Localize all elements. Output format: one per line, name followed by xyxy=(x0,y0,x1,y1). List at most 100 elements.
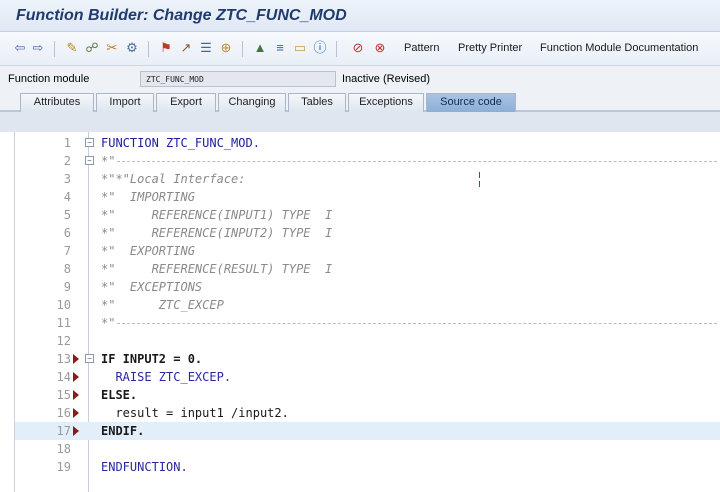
toolbar-separator xyxy=(336,41,337,57)
line-number: 3 xyxy=(63,172,71,186)
code-line-current[interactable]: 17 ENDIF. xyxy=(15,422,720,440)
line-number: 13 xyxy=(56,352,71,366)
bracket-marker xyxy=(476,181,480,187)
bracket-marker xyxy=(476,172,480,178)
code-line[interactable]: 1 − FUNCTION ZTC_FUNC_MOD. xyxy=(15,134,720,152)
code-text: FUNCTION ZTC_FUNC_MOD. xyxy=(101,136,260,150)
code-text: RAISE ZTC_EXCEP. xyxy=(101,370,232,384)
object-list-icon[interactable]: ☰ xyxy=(198,40,214,56)
breakpoint-marker-icon[interactable] xyxy=(73,426,79,436)
comment-divider xyxy=(117,161,717,162)
code-line[interactable]: 8 *" REFERENCE(RESULT) TYPE I xyxy=(15,260,720,278)
code-text: result = input1 /input2. xyxy=(101,406,289,420)
toolbar-separator xyxy=(54,41,55,57)
code-editor[interactable]: 1 − FUNCTION ZTC_FUNC_MOD. 2 − *" 3 *"*"… xyxy=(14,132,720,492)
fold-toggle-icon[interactable]: − xyxy=(85,354,94,363)
code-line[interactable]: 2 − *" xyxy=(15,152,720,170)
code-line[interactable]: 18 xyxy=(15,440,720,458)
application-toolbar: ⇦ ⇨ ✎ ☍ ✂ ⚙ ⚑ ↗ ☰ ⊕ ▲ ≡ ▭ ⓘ ⊘ ⊗ Pattern … xyxy=(0,32,720,66)
code-line[interactable]: 14 RAISE ZTC_EXCEP. xyxy=(15,368,720,386)
line-number: 9 xyxy=(63,280,71,294)
line-number: 11 xyxy=(56,316,71,330)
activate-icon[interactable]: ⚑ xyxy=(158,40,174,56)
help-icon[interactable]: ⓘ xyxy=(312,40,328,56)
toolbar-separator xyxy=(242,41,243,57)
line-number: 18 xyxy=(56,442,71,456)
code-line[interactable]: 7 *" EXPORTING xyxy=(15,242,720,260)
breakpoint-icon[interactable]: ⊘ xyxy=(350,40,366,56)
breakpoint-marker-icon[interactable] xyxy=(73,390,79,400)
fold-toggle-icon[interactable]: − xyxy=(85,138,94,147)
code-text: *" REFERENCE(RESULT) TYPE I xyxy=(101,262,333,276)
code-line[interactable]: 16 result = input1 /input2. xyxy=(15,404,720,422)
code-line[interactable]: 19 ENDFUNCTION. xyxy=(15,458,720,476)
code-line[interactable]: 5 *" REFERENCE(INPUT1) TYPE I xyxy=(15,206,720,224)
window-icon[interactable]: ▭ xyxy=(292,40,308,56)
code-line[interactable]: 9 *" EXCEPTIONS xyxy=(15,278,720,296)
code-text: IF INPUT2 = 0. xyxy=(101,352,203,366)
forward-arrow-icon[interactable]: ⇨ xyxy=(30,40,46,56)
line-number: 14 xyxy=(56,370,71,384)
code-line[interactable]: 10 *" ZTC_EXCEP xyxy=(15,296,720,314)
pretty-printer-button[interactable]: Pretty Printer xyxy=(458,42,522,54)
line-number: 16 xyxy=(56,406,71,420)
code-text: *" REFERENCE(INPUT1) TYPE I xyxy=(101,208,333,222)
tab-exceptions[interactable]: Exceptions xyxy=(348,93,424,112)
line-number: 19 xyxy=(56,460,71,474)
code-text: ELSE. xyxy=(101,388,138,402)
tab-export[interactable]: Export xyxy=(156,93,216,112)
settings-icon[interactable]: ⚙ xyxy=(124,40,140,56)
line-number: 5 xyxy=(63,208,71,222)
code-text: ENDIF. xyxy=(101,424,145,438)
code-line[interactable]: 4 *" IMPORTING xyxy=(15,188,720,206)
test-icon[interactable]: ↗ xyxy=(178,40,194,56)
code-line[interactable]: 12 xyxy=(15,332,720,350)
function-module-field[interactable]: ZTC_FUNC_MOD xyxy=(140,71,336,87)
code-line[interactable]: 3 *"*"Local Interface: xyxy=(15,170,720,188)
title-bar: Function Builder: Change ZTC_FUNC_MOD xyxy=(0,0,720,32)
back-arrow-icon[interactable]: ⇦ xyxy=(12,40,28,56)
line-number: 12 xyxy=(56,334,71,348)
function-module-label: Function module xyxy=(8,73,90,85)
tab-attributes[interactable]: Attributes xyxy=(20,93,94,112)
toolbar-separator xyxy=(148,41,149,57)
info-icon[interactable]: ≡ xyxy=(272,40,288,56)
glasses-icon[interactable]: ☍ xyxy=(84,40,100,56)
code-line[interactable]: 15 ELSE. xyxy=(15,386,720,404)
window-title: Function Builder: Change ZTC_FUNC_MOD xyxy=(16,7,347,24)
line-number: 15 xyxy=(56,388,71,402)
line-number: 17 xyxy=(56,424,71,438)
editor-header-band xyxy=(0,112,720,132)
tab-import[interactable]: Import xyxy=(96,93,154,112)
line-number: 7 xyxy=(63,244,71,258)
code-text: *" REFERENCE(INPUT2) TYPE I xyxy=(101,226,333,240)
code-text: *" IMPORTING xyxy=(101,190,195,204)
code-line[interactable]: 13 − IF INPUT2 = 0. xyxy=(15,350,720,368)
pencil-icon[interactable]: ✎ xyxy=(64,40,80,56)
breakpoint-marker-icon[interactable] xyxy=(73,408,79,418)
line-number: 1 xyxy=(63,136,71,150)
fm-documentation-button[interactable]: Function Module Documentation xyxy=(540,42,698,54)
code-line[interactable]: 6 *" REFERENCE(INPUT2) TYPE I xyxy=(15,224,720,242)
hierarchy-icon[interactable]: ⊕ xyxy=(218,40,234,56)
session-breakpoint-icon[interactable]: ⊗ xyxy=(372,40,388,56)
scissors-icon[interactable]: ✂ xyxy=(104,40,120,56)
code-text: *"*"Local Interface: xyxy=(101,172,246,186)
line-number: 4 xyxy=(63,190,71,204)
code-text: *" EXCEPTIONS xyxy=(101,280,203,294)
code-line[interactable]: 11 *" xyxy=(15,314,720,332)
line-number: 6 xyxy=(63,226,71,240)
tab-changing[interactable]: Changing xyxy=(218,93,286,112)
breakpoint-marker-icon[interactable] xyxy=(73,354,79,364)
line-number: 10 xyxy=(56,298,71,312)
function-module-row: Function module ZTC_FUNC_MOD Inactive (R… xyxy=(0,66,720,90)
status-label: Inactive (Revised) xyxy=(342,73,431,85)
pattern-button[interactable]: Pattern xyxy=(404,42,439,54)
breakpoint-marker-icon[interactable] xyxy=(73,372,79,382)
code-text: *" ZTC_EXCEP xyxy=(101,298,224,312)
fold-toggle-icon[interactable]: − xyxy=(85,156,94,165)
tab-tables[interactable]: Tables xyxy=(288,93,346,112)
tab-source-code[interactable]: Source code xyxy=(426,93,516,112)
display-icon[interactable]: ▲ xyxy=(252,40,268,56)
comment-divider xyxy=(117,323,717,324)
